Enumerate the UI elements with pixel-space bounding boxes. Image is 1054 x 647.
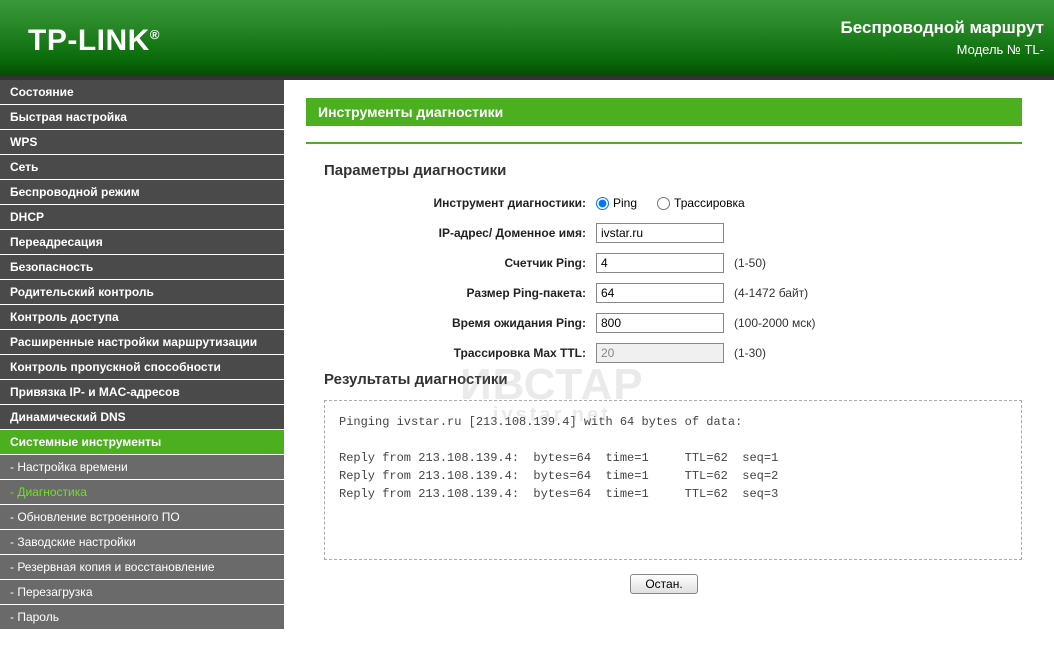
- stop-button[interactable]: Остан.: [630, 574, 697, 594]
- radio-ping-label[interactable]: Ping: [596, 196, 637, 210]
- radio-ping[interactable]: [596, 197, 609, 210]
- sidebar-item[interactable]: - Перезагрузка: [0, 580, 284, 605]
- radio-trace-label[interactable]: Трассировка: [657, 196, 745, 210]
- sidebar-nav: СостояниеБыстрая настройкаWPSСетьБеспров…: [0, 80, 284, 630]
- brand-logo: TP-LINK®: [28, 24, 160, 58]
- sidebar-item[interactable]: Состояние: [0, 80, 284, 105]
- row-ip: IP-адрес/ Доменное имя:: [306, 221, 1022, 245]
- hint-count: (1-50): [734, 256, 766, 270]
- row-ttl: Трассировка Max TTL: (1-30): [306, 341, 1022, 365]
- row-timeout: Время ожидания Ping: (100-2000 мск): [306, 311, 1022, 335]
- input-ttl: [596, 343, 724, 363]
- sidebar-item[interactable]: Безопасность: [0, 255, 284, 280]
- title-divider: [306, 142, 1022, 144]
- product-model: Модель № TL-: [841, 42, 1044, 57]
- input-timeout[interactable]: [596, 313, 724, 333]
- hint-ttl: (1-30): [734, 346, 766, 360]
- results-output: Pinging ivstar.ru [213.108.139.4] with 6…: [324, 400, 1022, 560]
- sidebar-item[interactable]: Системные инструменты: [0, 430, 284, 455]
- label-ip: IP-адрес/ Доменное имя:: [306, 226, 596, 240]
- sidebar-item[interactable]: Контроль пропускной способности: [0, 355, 284, 380]
- product-info: Беспроводной маршрут Модель № TL-: [841, 18, 1044, 57]
- label-count: Счетчик Ping:: [306, 256, 596, 270]
- row-count: Счетчик Ping: (1-50): [306, 251, 1022, 275]
- sidebar-item[interactable]: Контроль доступа: [0, 305, 284, 330]
- label-timeout: Время ожидания Ping:: [306, 316, 596, 330]
- input-ip[interactable]: [596, 223, 724, 243]
- sidebar-item[interactable]: WPS: [0, 130, 284, 155]
- section-params-title: Параметры диагностики: [324, 162, 1022, 179]
- sidebar-item[interactable]: Родительский контроль: [0, 280, 284, 305]
- sidebar-item[interactable]: DHCP: [0, 205, 284, 230]
- radio-ping-text: Ping: [613, 196, 637, 210]
- row-size: Размер Ping-пакета: (4-1472 байт): [306, 281, 1022, 305]
- sidebar-item[interactable]: - Настройка времени: [0, 455, 284, 480]
- input-size[interactable]: [596, 283, 724, 303]
- sidebar-item[interactable]: Расширенные настройки маршрутизации: [0, 330, 284, 355]
- sidebar-item[interactable]: Быстрая настройка: [0, 105, 284, 130]
- sidebar-item[interactable]: Сеть: [0, 155, 284, 180]
- registered-mark: ®: [150, 27, 160, 42]
- sidebar-item[interactable]: - Резервная копия и восстановление: [0, 555, 284, 580]
- sidebar-item[interactable]: Динамический DNS: [0, 405, 284, 430]
- sidebar-item[interactable]: - Заводские настройки: [0, 530, 284, 555]
- hint-timeout: (100-2000 мск): [734, 316, 816, 330]
- label-tool: Инструмент диагностики:: [306, 196, 596, 210]
- button-row: Остан.: [306, 574, 1022, 594]
- radio-trace[interactable]: [657, 197, 670, 210]
- section-results-title: Результаты диагностики: [324, 371, 1022, 388]
- sidebar-item[interactable]: Привязка IP- и MAC-адресов: [0, 380, 284, 405]
- hint-size: (4-1472 байт): [734, 286, 808, 300]
- sidebar-item[interactable]: - Обновление встроенного ПО: [0, 505, 284, 530]
- row-tool: Инструмент диагностики: Ping Трассировка: [306, 191, 1022, 215]
- sidebar-item[interactable]: - Диагностика: [0, 480, 284, 505]
- brand-text: TP-LINK: [28, 24, 150, 57]
- input-count[interactable]: [596, 253, 724, 273]
- sidebar-item[interactable]: Беспроводной режим: [0, 180, 284, 205]
- main-content: Инструменты диагностики Параметры диагно…: [284, 80, 1044, 630]
- page-title: Инструменты диагностики: [306, 98, 1022, 126]
- header-banner: TP-LINK® Беспроводной маршрут Модель № T…: [0, 0, 1054, 80]
- radio-trace-text: Трассировка: [674, 196, 745, 210]
- label-size: Размер Ping-пакета:: [306, 286, 596, 300]
- sidebar-item[interactable]: Переадресация: [0, 230, 284, 255]
- product-title: Беспроводной маршрут: [841, 18, 1044, 38]
- sidebar-item[interactable]: - Пароль: [0, 605, 284, 630]
- label-ttl: Трассировка Max TTL:: [306, 346, 596, 360]
